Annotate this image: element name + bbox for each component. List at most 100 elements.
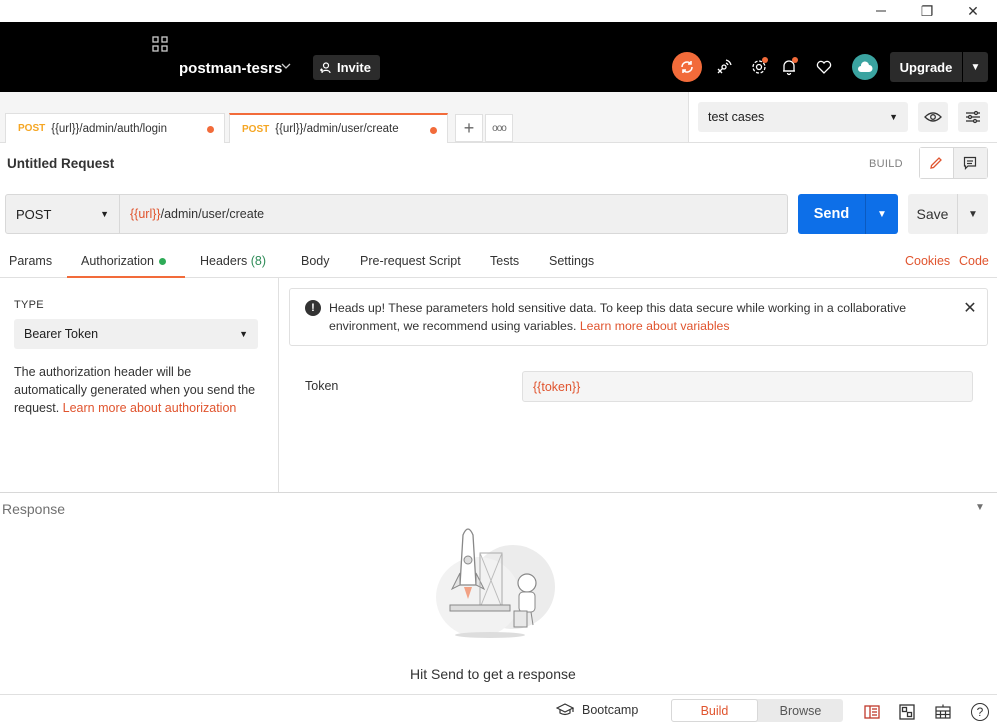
unsaved-dot bbox=[430, 127, 437, 134]
bell-notification-dot bbox=[792, 57, 798, 63]
collapse-response-icon[interactable]: ▼ bbox=[975, 502, 985, 513]
tab-url: {{url}}/admin/user/create bbox=[275, 123, 399, 135]
avatar[interactable] bbox=[852, 54, 878, 80]
caret-down-icon: ▼ bbox=[239, 329, 248, 339]
close-window-icon[interactable]: ✕ bbox=[950, 0, 996, 22]
environment-quick-look-button[interactable] bbox=[918, 102, 948, 132]
build-mode-option[interactable]: Build bbox=[671, 699, 758, 722]
sync-icon[interactable] bbox=[672, 52, 702, 82]
token-input[interactable]: {{token}} bbox=[522, 371, 973, 402]
browse-mode-option[interactable]: Browse bbox=[758, 699, 843, 722]
comments-button[interactable] bbox=[953, 148, 987, 178]
tab-headers[interactable]: Headers (8) bbox=[200, 254, 266, 278]
tab-settings[interactable]: Settings bbox=[549, 254, 594, 278]
token-label: Token bbox=[305, 379, 339, 393]
workspace-name[interactable]: postman-tesrs bbox=[179, 60, 282, 78]
app-header bbox=[0, 22, 997, 92]
plus-icon: + bbox=[463, 117, 475, 138]
tab-method: POST bbox=[18, 123, 46, 134]
url-variable: {{url}} bbox=[130, 207, 161, 221]
pencil-icon bbox=[930, 157, 943, 169]
request-title[interactable]: Untitled Request bbox=[7, 156, 114, 171]
send-label: Send bbox=[813, 206, 850, 222]
layout-grid-icon[interactable] bbox=[898, 703, 916, 721]
eye-icon bbox=[924, 112, 942, 122]
caret-down-icon: ▼ bbox=[889, 112, 898, 122]
alert-message: Heads up! These parameters hold sensitiv… bbox=[329, 299, 949, 335]
unsaved-dot bbox=[207, 126, 214, 133]
caret-down-icon: ▼ bbox=[100, 209, 109, 219]
restore-icon[interactable]: ❐ bbox=[904, 0, 950, 22]
alert-icon: ! bbox=[305, 300, 321, 316]
new-tab-button[interactable]: + bbox=[455, 114, 483, 142]
sliders-icon bbox=[966, 110, 980, 124]
url-input[interactable]: {{url}} /admin/user/create bbox=[120, 194, 788, 234]
send-button[interactable]: Send ▼ bbox=[798, 194, 898, 234]
save-button[interactable]: Save ▼ bbox=[908, 194, 988, 234]
tab-params[interactable]: Params bbox=[9, 254, 52, 278]
manage-environments-button[interactable] bbox=[958, 102, 988, 132]
tab-url: {{url}}/admin/auth/login bbox=[51, 122, 167, 135]
tab-pre-request-script[interactable]: Pre-request Script bbox=[360, 254, 461, 278]
tab-options-button[interactable]: ooo bbox=[485, 114, 513, 142]
method-select[interactable]: POST ▼ bbox=[5, 194, 120, 234]
upgrade-button[interactable]: Upgrade ▼ bbox=[890, 52, 988, 82]
auth-learn-more-link[interactable]: Learn more about authorization bbox=[63, 401, 237, 415]
invite-label: Invite bbox=[337, 60, 371, 75]
auth-description: The authorization header will be automat… bbox=[14, 363, 264, 417]
upgrade-dropdown-icon[interactable]: ▼ bbox=[963, 62, 988, 73]
comment-icon bbox=[964, 156, 977, 170]
help-icon[interactable]: ? bbox=[971, 703, 989, 721]
save-dropdown-icon[interactable]: ▼ bbox=[958, 194, 988, 234]
more-icon: ooo bbox=[492, 122, 507, 134]
mode-label: BUILD bbox=[869, 158, 903, 170]
variables-learn-more-link[interactable]: Learn more about variables bbox=[580, 319, 730, 333]
two-pane-icon[interactable] bbox=[863, 703, 881, 721]
auth-type-value: Bearer Token bbox=[24, 327, 99, 341]
add-user-icon bbox=[320, 61, 331, 73]
bell-icon[interactable] bbox=[779, 57, 799, 77]
settings-notification-dot bbox=[762, 57, 768, 63]
edit-mode-button[interactable] bbox=[920, 148, 954, 178]
type-label: TYPE bbox=[14, 299, 44, 311]
build-browse-toggle: Build Browse bbox=[671, 699, 843, 722]
satellite-icon[interactable] bbox=[714, 57, 734, 77]
tab-method: POST bbox=[242, 123, 270, 135]
bootcamp-button[interactable]: Bootcamp bbox=[556, 703, 638, 717]
request-tab[interactable]: POST {{url}}/admin/auth/login bbox=[5, 113, 225, 143]
save-label: Save bbox=[916, 206, 949, 222]
environment-selected: test cases bbox=[708, 110, 765, 124]
settings-gear-icon[interactable] bbox=[749, 57, 769, 77]
upgrade-label: Upgrade bbox=[899, 59, 953, 75]
response-hint: Hit Send to get a response bbox=[410, 666, 576, 682]
active-indicator-dot bbox=[158, 258, 166, 266]
chevron-down-icon[interactable] bbox=[281, 60, 291, 74]
tab-headers-label: Headers bbox=[200, 254, 248, 268]
tab-tests[interactable]: Tests bbox=[490, 254, 519, 278]
cookies-link[interactable]: Cookies bbox=[905, 254, 950, 268]
workspace-grid-icon[interactable] bbox=[152, 36, 168, 52]
rocket-astronaut-illustration bbox=[430, 525, 560, 645]
tab-authorization[interactable]: Authorization bbox=[67, 254, 185, 278]
invite-button[interactable]: Invite bbox=[313, 55, 380, 80]
method-value: POST bbox=[16, 206, 52, 222]
heart-icon[interactable] bbox=[814, 57, 834, 77]
graduation-cap-icon bbox=[556, 703, 574, 716]
code-link[interactable]: Code bbox=[959, 254, 989, 268]
url-path: /admin/user/create bbox=[160, 207, 265, 221]
keyboard-shortcuts-icon[interactable] bbox=[934, 703, 952, 721]
response-title: Response bbox=[2, 501, 66, 517]
cloud-icon bbox=[858, 61, 873, 72]
send-dropdown-icon[interactable]: ▼ bbox=[866, 194, 898, 234]
tab-body[interactable]: Body bbox=[301, 254, 330, 278]
close-icon[interactable]: ✕ bbox=[962, 300, 978, 317]
status-bar bbox=[0, 694, 997, 724]
response-divider[interactable] bbox=[0, 492, 997, 493]
view-mode-group bbox=[919, 147, 988, 179]
auth-type-select[interactable]: Bearer Token ▼ bbox=[14, 319, 258, 349]
window-titlebar bbox=[0, 0, 997, 22]
bootcamp-label: Bootcamp bbox=[582, 703, 639, 717]
environment-select[interactable]: test cases ▼ bbox=[698, 102, 908, 132]
request-tab-active[interactable]: POST {{url}}/admin/user/create bbox=[229, 113, 448, 143]
minimize-icon[interactable] bbox=[858, 0, 904, 22]
